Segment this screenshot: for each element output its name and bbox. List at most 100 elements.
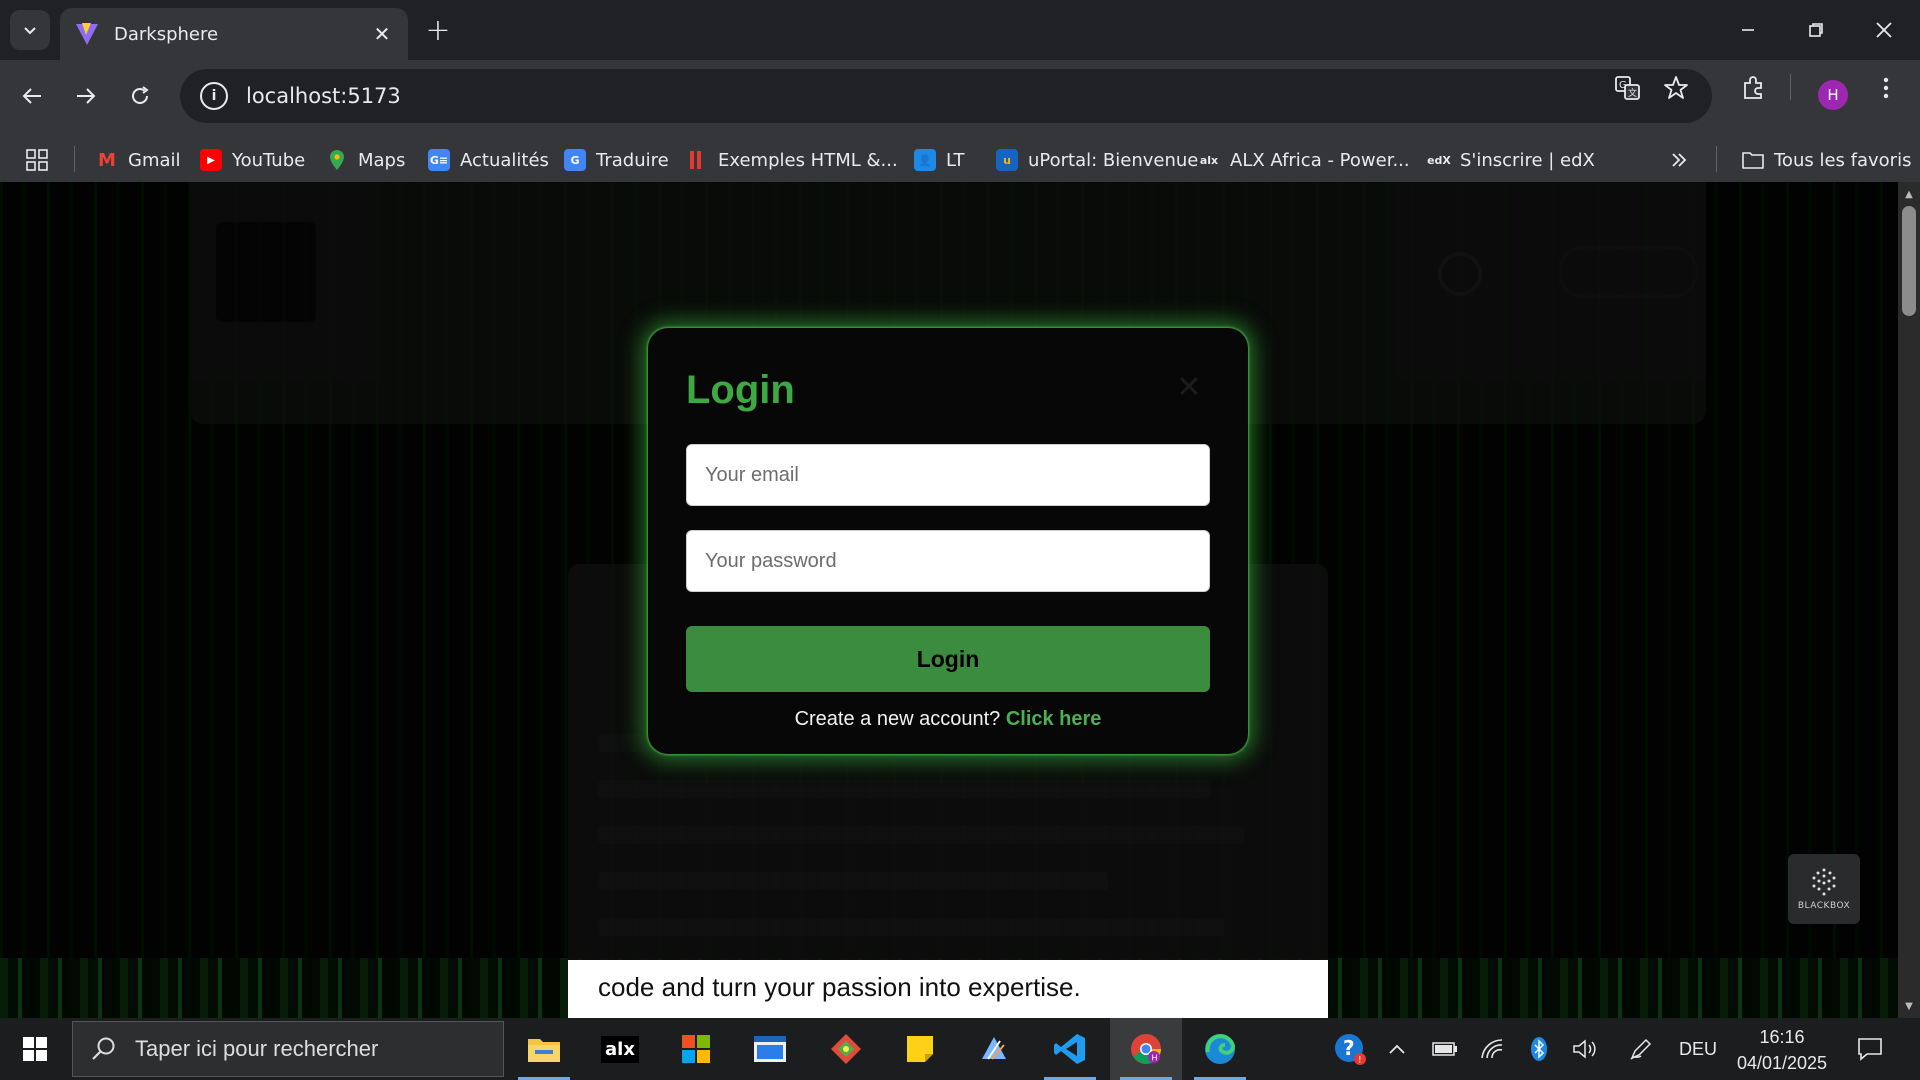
chevron-up-icon (1389, 1044, 1405, 1054)
apps-grid-icon (26, 149, 48, 171)
taskbar-search-placeholder: Taper ici pour rechercher (135, 1036, 379, 1061)
taskbar-vscode[interactable] (1034, 1018, 1106, 1080)
graphic-app-icon (982, 1037, 1006, 1060)
toolbar-separator (1790, 74, 1791, 100)
volume-indicator[interactable] (1568, 1018, 1602, 1080)
scroll-thumb[interactable] (1902, 206, 1916, 316)
help-notification[interactable]: ?! (1330, 1018, 1370, 1080)
password-field[interactable] (686, 530, 1210, 592)
taskbar-file-explorer[interactable] (508, 1018, 580, 1080)
email-field[interactable] (686, 444, 1210, 506)
arrow-left-icon (22, 88, 41, 104)
translate-icon: G文 (1615, 76, 1640, 100)
input-language[interactable]: DEU (1672, 1018, 1724, 1080)
bookmark-gmail[interactable]: M Gmail (96, 144, 180, 176)
more-bookmarks-button[interactable] (1670, 144, 1688, 176)
speaker-icon (1573, 1039, 1596, 1059)
taskbar-microsoft-store[interactable] (660, 1018, 732, 1080)
bookmark-translate[interactable]: G Traduire (564, 144, 669, 176)
diamond-app-icon (831, 1034, 861, 1064)
bookmarks-bar: M Gmail ▶ YouTube Maps G≡ Actualités G T… (0, 132, 1920, 186)
restore-icon (1809, 23, 1823, 37)
site-info-icon[interactable]: i (200, 82, 228, 110)
windows-taskbar: Taper ici pour rechercher alx H ?! DEU 1… (0, 1018, 1920, 1080)
forward-button[interactable] (66, 76, 106, 116)
login-button[interactable]: Login (686, 626, 1210, 692)
new-tab-button[interactable]: + (422, 13, 454, 48)
browser-toolbar: i localhost:5173 G文 H M Gmail ▶ YouTube … (0, 60, 1920, 188)
restore-button[interactable] (1796, 10, 1836, 50)
bookmark-alx[interactable]: alx ALX Africa - Power... (1198, 144, 1410, 176)
bookmark-label: ALX Africa - Power... (1230, 149, 1410, 171)
all-bookmarks-label: Tous les favoris (1774, 149, 1912, 171)
bookmark-uportal[interactable]: u uPortal: Bienvenue (996, 144, 1198, 176)
apps-button[interactable] (26, 144, 48, 176)
address-bar[interactable]: i localhost:5173 (180, 69, 1712, 123)
taskbar-edge[interactable] (1184, 1018, 1256, 1080)
tab-bar: Darksphere ✕ + (0, 0, 1920, 60)
taskbar-git-tool[interactable] (810, 1018, 882, 1080)
tab-title: Darksphere (114, 23, 219, 45)
language-label: DEU (1678, 1038, 1717, 1059)
active-tab[interactable]: Darksphere ✕ (60, 8, 408, 60)
alx-icon: alx (601, 1035, 639, 1063)
taskbar-search[interactable]: Taper ici pour rechercher (72, 1021, 504, 1077)
taskbar-app-window[interactable] (734, 1018, 806, 1080)
close-window-button[interactable] (1864, 10, 1904, 50)
tab-close-icon[interactable]: ✕ (370, 22, 394, 46)
bookmark-edx[interactable]: edX S'inscrire | edX (1427, 144, 1595, 176)
reload-button[interactable] (120, 76, 160, 116)
extensions-button[interactable] (1736, 70, 1772, 106)
star-icon (1664, 76, 1688, 99)
page-viewport: code and turn your passion into expertis… (0, 182, 1898, 1018)
profile-avatar[interactable]: H (1818, 80, 1848, 110)
bookmark-maps[interactable]: Maps (326, 144, 405, 176)
close-icon[interactable]: ✕ (1174, 370, 1204, 405)
bookmark-html-examples[interactable]: Exemples HTML &... (686, 144, 898, 176)
windows-logo-icon (23, 1037, 47, 1061)
content-card-visible-strip: code and turn your passion into expertis… (568, 960, 1328, 1018)
back-button[interactable] (12, 76, 52, 116)
action-center-button[interactable] (1848, 1018, 1892, 1080)
minimize-icon (1742, 29, 1754, 31)
network-indicator[interactable] (1476, 1018, 1510, 1080)
blackbox-logo-icon (1812, 868, 1836, 896)
search-icon (92, 1037, 115, 1060)
store-icon (682, 1035, 710, 1063)
show-hidden-icons-button[interactable] (1382, 1018, 1412, 1080)
taskbar-sticky-notes[interactable] (884, 1018, 956, 1080)
browser-menu-button[interactable] (1868, 70, 1904, 106)
pen-menu[interactable] (1624, 1018, 1658, 1080)
tab-search-button[interactable] (10, 10, 50, 50)
page-scrollbar[interactable]: ▲ ▼ (1898, 182, 1920, 1018)
scroll-up-icon[interactable]: ▲ (1898, 186, 1920, 202)
taskbar-app-graphic[interactable] (958, 1018, 1030, 1080)
blackbox-label: BLACKBOX (1797, 901, 1851, 911)
translate-page-button[interactable]: G文 (1610, 70, 1646, 106)
system-clock[interactable]: 16:16 04/01/2025 (1730, 1024, 1834, 1076)
news-icon: G≡ (428, 149, 450, 171)
start-button[interactable] (0, 1018, 70, 1080)
folder-icon (1742, 152, 1764, 169)
scroll-down-icon[interactable]: ▼ (1898, 998, 1920, 1014)
taskbar-alx[interactable]: alx (584, 1018, 656, 1080)
gmail-icon: M (98, 149, 116, 171)
bars-icon (690, 151, 701, 169)
signup-link[interactable]: Click here (1006, 708, 1102, 730)
battery-indicator[interactable] (1428, 1018, 1462, 1080)
taskbar-chrome[interactable]: H (1110, 1018, 1182, 1080)
bluetooth-indicator[interactable] (1524, 1018, 1554, 1080)
bookmark-youtube[interactable]: ▶ YouTube (200, 144, 305, 176)
svg-text:?: ? (1343, 1036, 1355, 1060)
blackbox-widget[interactable]: BLACKBOX (1788, 854, 1860, 924)
minimize-button[interactable] (1728, 10, 1768, 50)
card-text: code and turn your passion into expertis… (598, 972, 1081, 1002)
url-text[interactable]: localhost:5173 (246, 84, 401, 108)
bookmark-news[interactable]: G≡ Actualités (428, 144, 549, 176)
battery-icon (1432, 1042, 1457, 1056)
bookmark-lt[interactable]: 👤 LT (914, 144, 965, 176)
signup-row: Create a new account? Click here (648, 708, 1248, 731)
bookmark-star-button[interactable] (1658, 70, 1694, 106)
all-bookmarks-folder[interactable]: Tous les favoris (1742, 144, 1911, 176)
double-chevron-right-icon (1672, 153, 1687, 167)
